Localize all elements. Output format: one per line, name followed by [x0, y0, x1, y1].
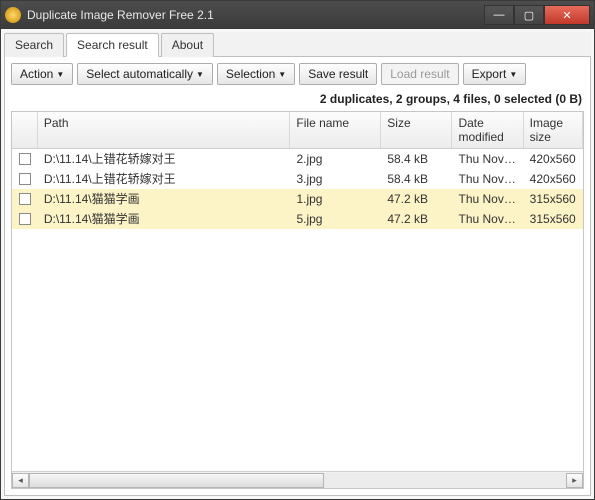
selection-label: Selection	[226, 67, 275, 81]
row-checkbox-cell	[12, 211, 38, 227]
toolbar: Action▼ Select automatically▼ Selection▼…	[11, 63, 584, 85]
load-result-button[interactable]: Load result	[381, 63, 458, 85]
cell-size: 58.4 kB	[381, 150, 452, 168]
action-label: Action	[20, 67, 53, 81]
table-body: D:\11.14\上错花轿嫁对王2.jpg58.4 kBThu Nov 14 .…	[12, 149, 583, 471]
scroll-right-button[interactable]: ▸	[566, 473, 583, 488]
cell-file: 5.jpg	[290, 210, 381, 228]
cell-date: Thu Nov 14 ...	[453, 210, 524, 228]
window-controls: — ▢ ✕	[484, 5, 590, 25]
chevron-down-icon: ▼	[196, 70, 204, 79]
cell-path: D:\11.14\猫猫学画	[38, 188, 291, 209]
window-title: Duplicate Image Remover Free 2.1	[27, 8, 484, 22]
table-row[interactable]: D:\11.14\上错花轿嫁对王2.jpg58.4 kBThu Nov 14 .…	[12, 149, 583, 169]
col-path[interactable]: Path	[38, 112, 291, 148]
cell-path: D:\11.14\上错花轿嫁对王	[38, 168, 291, 189]
close-button[interactable]: ✕	[544, 5, 590, 25]
cell-size: 47.2 kB	[381, 190, 452, 208]
app-window: Duplicate Image Remover Free 2.1 — ▢ ✕ S…	[0, 0, 595, 500]
row-checkbox-cell	[12, 151, 38, 167]
cell-date: Thu Nov 14 ...	[453, 170, 524, 188]
search-result-panel: Action▼ Select automatically▼ Selection▼…	[4, 57, 591, 496]
row-checkbox-cell	[12, 171, 38, 187]
cell-path: D:\11.14\猫猫学画	[38, 208, 291, 229]
export-button[interactable]: Export▼	[463, 63, 527, 85]
col-date[interactable]: Date modified	[452, 112, 523, 148]
cell-date: Thu Nov 14 ...	[453, 190, 524, 208]
col-size[interactable]: Size	[381, 112, 452, 148]
row-checkbox[interactable]	[19, 153, 31, 165]
cell-size: 58.4 kB	[381, 170, 452, 188]
app-icon	[5, 7, 21, 23]
cell-image-size: 315x560	[524, 190, 583, 208]
cell-image-size: 420x560	[524, 150, 583, 168]
row-checkbox[interactable]	[19, 213, 31, 225]
select-auto-label: Select automatically	[86, 67, 193, 81]
table-row[interactable]: D:\11.14\猫猫学画5.jpg47.2 kBThu Nov 14 ...3…	[12, 209, 583, 229]
client-area: Search Search result About Action▼ Selec…	[1, 29, 594, 499]
action-button[interactable]: Action▼	[11, 63, 73, 85]
cell-file: 3.jpg	[290, 170, 381, 188]
maximize-button[interactable]: ▢	[514, 5, 544, 25]
cell-file: 1.jpg	[290, 190, 381, 208]
minimize-button[interactable]: —	[484, 5, 514, 25]
export-label: Export	[472, 67, 507, 81]
cell-file: 2.jpg	[290, 150, 381, 168]
select-automatically-button[interactable]: Select automatically▼	[77, 63, 213, 85]
row-checkbox[interactable]	[19, 173, 31, 185]
save-result-button[interactable]: Save result	[299, 63, 377, 85]
selection-button[interactable]: Selection▼	[217, 63, 295, 85]
chevron-down-icon: ▼	[278, 70, 286, 79]
results-table: Path File name Size Date modified Image …	[11, 111, 584, 489]
row-checkbox[interactable]	[19, 193, 31, 205]
cell-path: D:\11.14\上错花轿嫁对王	[38, 149, 291, 169]
tab-search[interactable]: Search	[4, 33, 64, 57]
cell-date: Thu Nov 14 ...	[453, 150, 524, 168]
tabstrip: Search Search result About	[4, 32, 591, 57]
scroll-track[interactable]	[29, 473, 566, 488]
cell-size: 47.2 kB	[381, 210, 452, 228]
col-checkbox[interactable]	[12, 112, 38, 148]
tab-search-result[interactable]: Search result	[66, 33, 159, 57]
table-row[interactable]: D:\11.14\猫猫学画1.jpg47.2 kBThu Nov 14 ...3…	[12, 189, 583, 209]
table-row[interactable]: D:\11.14\上错花轿嫁对王3.jpg58.4 kBThu Nov 14 .…	[12, 169, 583, 189]
horizontal-scrollbar[interactable]: ◂ ▸	[12, 471, 583, 488]
row-checkbox-cell	[12, 191, 38, 207]
col-image-size[interactable]: Image size	[524, 112, 583, 148]
table-header: Path File name Size Date modified Image …	[12, 112, 583, 149]
cell-image-size: 420x560	[524, 170, 583, 188]
chevron-down-icon: ▼	[509, 70, 517, 79]
cell-image-size: 315x560	[524, 210, 583, 228]
status-text: 2 duplicates, 2 groups, 4 files, 0 selec…	[11, 89, 584, 111]
scroll-thumb[interactable]	[29, 473, 324, 488]
col-file[interactable]: File name	[290, 112, 381, 148]
scroll-left-button[interactable]: ◂	[12, 473, 29, 488]
tab-about[interactable]: About	[161, 33, 214, 57]
chevron-down-icon: ▼	[56, 70, 64, 79]
titlebar[interactable]: Duplicate Image Remover Free 2.1 — ▢ ✕	[1, 1, 594, 29]
